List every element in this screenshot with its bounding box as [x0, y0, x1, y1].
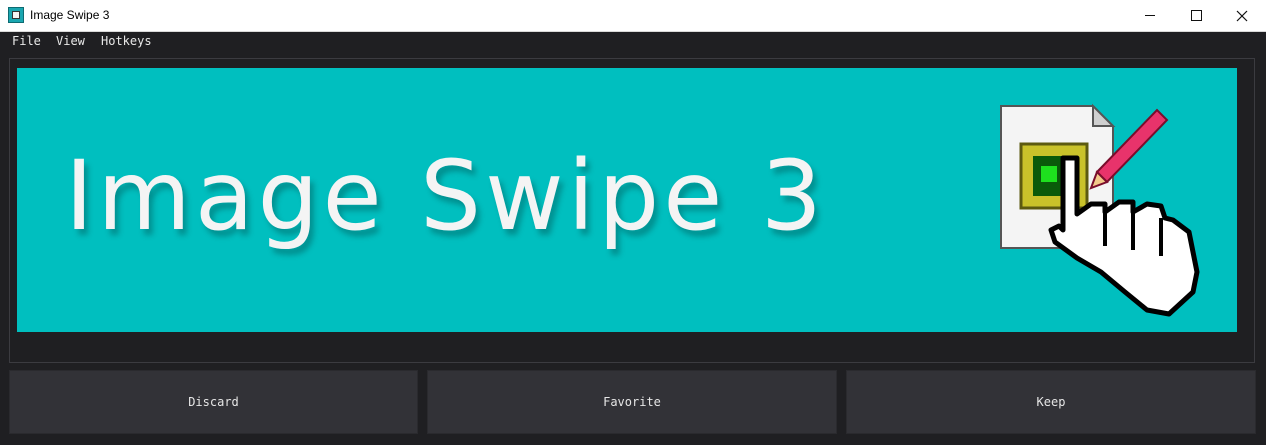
- window-title: Image Swipe 3: [30, 8, 110, 22]
- keep-button[interactable]: Keep: [846, 370, 1256, 434]
- image-pointer-hand-icon: [1000, 103, 1200, 317]
- menu-bar: File View Hotkeys: [0, 32, 1266, 50]
- close-button[interactable]: [1219, 0, 1265, 31]
- maximize-button[interactable]: [1173, 0, 1219, 31]
- menu-view[interactable]: View: [56, 34, 85, 48]
- discard-button[interactable]: Discard: [9, 370, 418, 434]
- minimize-button[interactable]: [1127, 0, 1173, 31]
- favorite-button[interactable]: Favorite: [427, 370, 837, 434]
- minimize-icon: [1145, 15, 1155, 16]
- maximize-icon: [1190, 10, 1202, 21]
- close-icon: [1236, 10, 1248, 21]
- menu-file[interactable]: File: [12, 34, 41, 48]
- banner-text: Image Swipe 3: [65, 140, 826, 252]
- app-icon: [8, 7, 24, 23]
- title-bar: Image Swipe 3: [0, 0, 1266, 32]
- image-panel: Image Swipe 3: [9, 58, 1255, 363]
- menu-hotkeys[interactable]: Hotkeys: [101, 34, 152, 48]
- image-preview: Image Swipe 3: [17, 68, 1237, 332]
